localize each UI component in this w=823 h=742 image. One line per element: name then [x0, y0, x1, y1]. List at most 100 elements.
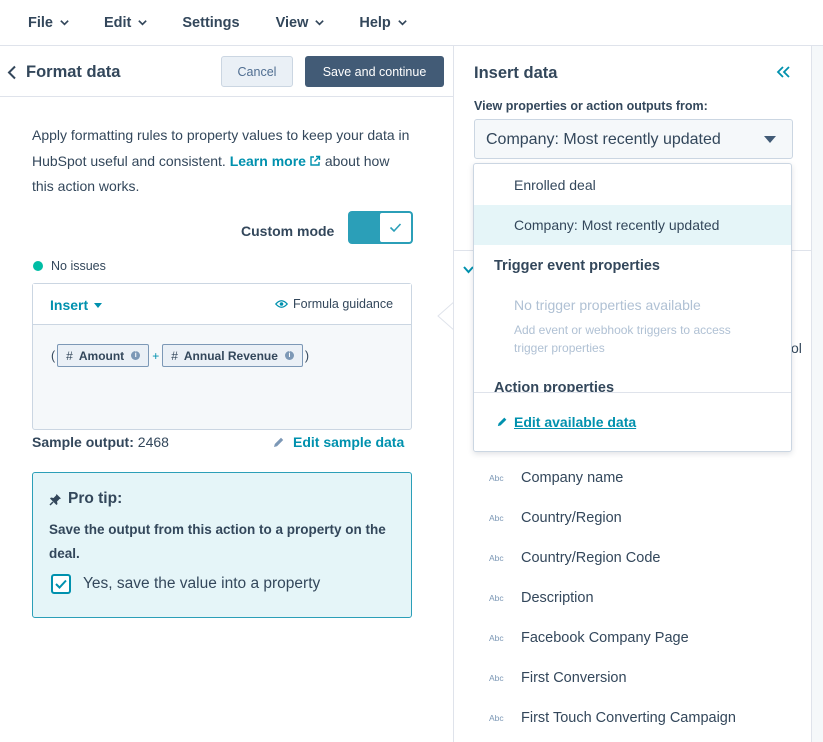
token-label: Annual Revenue	[183, 348, 278, 363]
menu-settings[interactable]: Settings	[182, 15, 239, 31]
pro-tip-body: Save the output from this action to a pr…	[49, 522, 386, 561]
save-and-continue-button[interactable]: Save and continue	[305, 56, 444, 87]
eye-icon	[275, 300, 288, 308]
edit-sample-data-link[interactable]: Edit sample data	[272, 434, 404, 450]
custom-mode-toggle[interactable]	[348, 211, 413, 244]
property-item[interactable]: Abc Country/Region	[454, 498, 812, 538]
action-description: Apply formatting rules to property value…	[32, 123, 412, 200]
group-trigger-event-properties: Trigger event properties	[494, 258, 660, 274]
save-value-label: Yes, save the value into a property	[83, 575, 321, 592]
source-select-label: View properties or action outputs from:	[474, 99, 708, 113]
chevron-down-icon	[60, 20, 69, 26]
text-type-icon: Abc	[489, 633, 504, 643]
back-chevron-icon[interactable]	[7, 65, 17, 80]
text-type-icon: Abc	[489, 553, 504, 563]
insert-data-title: Insert data	[474, 64, 558, 82]
option-enrolled-deal[interactable]: Enrolled deal	[474, 165, 791, 205]
sample-output-label: Sample output:	[32, 434, 134, 450]
menu-help-label: Help	[359, 14, 391, 31]
property-name: Country/Region	[521, 510, 622, 526]
pro-tip-title: Pro tip:	[49, 490, 122, 508]
option-company-most-recently-updated[interactable]: Company: Most recently updated	[474, 205, 791, 245]
formula-expression: ( # Amount i + # Annual Revenue i )	[51, 344, 309, 367]
dropdown-footer: Edit available data	[474, 392, 791, 451]
save-value-checkbox[interactable]	[51, 574, 71, 594]
source-select-value: Company: Most recently updated	[486, 131, 721, 148]
menu-edit-label: Edit	[103, 14, 132, 31]
property-item[interactable]: Abc Country/Region Code	[454, 538, 812, 578]
menu-view[interactable]: View	[276, 15, 326, 31]
menu-help[interactable]: Help	[359, 15, 407, 31]
property-item[interactable]: Abc Company name	[454, 458, 812, 498]
property-name: Company name	[521, 470, 624, 486]
learn-more-link[interactable]: Learn more	[230, 153, 321, 169]
token-label: Amount	[78, 348, 125, 363]
formula-token-amount[interactable]: # Amount i	[57, 344, 150, 367]
format-data-panel: Format data Cancel Save and continue App…	[0, 46, 453, 742]
menubar: File Edit Settings View Help	[0, 0, 823, 46]
scrollbar[interactable]	[811, 46, 823, 742]
property-item[interactable]: Abc First Touch Converting Campaign	[454, 698, 812, 738]
double-chevron-left-icon[interactable]	[776, 66, 790, 78]
text-type-icon: Abc	[489, 513, 504, 523]
close-paren: )	[304, 348, 310, 363]
external-link-icon	[310, 155, 321, 166]
property-name: Description	[521, 590, 594, 606]
menu-settings-label: Settings	[182, 14, 240, 31]
caret-down-icon	[94, 302, 103, 308]
status-indicator	[33, 261, 43, 271]
edit-sample-data-label: Edit sample data	[293, 434, 405, 450]
property-item[interactable]: Abc Description	[454, 578, 812, 618]
trigger-hint: Add event or webhook triggers to access …	[514, 323, 731, 355]
check-icon	[55, 579, 67, 589]
number-icon: #	[171, 348, 178, 363]
info-icon[interactable]: i	[284, 351, 294, 360]
formula-token-annual-revenue[interactable]: # Annual Revenue i	[162, 344, 303, 367]
property-item[interactable]: Abc Facebook Company Page	[454, 618, 812, 658]
custom-mode-label: Custom mode	[241, 223, 335, 239]
chevron-down-icon	[398, 20, 407, 26]
insert-dropdown-button[interactable]: Insert	[50, 297, 103, 313]
text-type-icon: Abc	[489, 473, 504, 483]
chevron-down-icon	[315, 20, 325, 26]
menu-file-label: File	[28, 14, 53, 31]
save-value-checkbox-row[interactable]: Yes, save the value into a property	[51, 574, 320, 594]
pencil-icon	[497, 417, 507, 427]
property-item[interactable]: Abc First Conversion	[454, 658, 812, 698]
sample-output: Sample output: 2468	[32, 434, 169, 450]
no-trigger-properties: No trigger properties available	[514, 297, 701, 313]
menu-edit[interactable]: Edit	[104, 15, 148, 31]
pencil-icon	[274, 437, 284, 447]
source-dropdown-menu: Enrolled deal Company: Most recently upd…	[473, 163, 792, 452]
learn-more-label: Learn more	[229, 152, 306, 169]
edit-available-data-link[interactable]: Edit available data	[496, 414, 636, 430]
chevron-down-icon	[138, 20, 148, 26]
panel-header: Format data Cancel Save and continue	[0, 46, 453, 97]
formula-guidance-button[interactable]: Formula guidance	[275, 297, 393, 311]
caret-down-icon	[764, 136, 776, 143]
menu-file[interactable]: File	[28, 15, 70, 31]
insert-label: Insert	[50, 297, 89, 313]
formula-toolbar: Insert Formula guidance	[33, 284, 411, 325]
sample-output-value: 2468	[137, 434, 169, 450]
edit-available-data-label: Edit available data	[514, 414, 637, 430]
number-icon: #	[66, 348, 73, 363]
property-name: First Conversion	[521, 670, 627, 686]
property-name: First Touch Converting Campaign	[521, 710, 736, 726]
formula-guidance-label: Formula guidance	[293, 297, 394, 311]
menu-view-label: View	[275, 14, 309, 31]
source-select[interactable]: Company: Most recently updated	[474, 119, 793, 159]
cancel-button[interactable]: Cancel	[221, 56, 293, 87]
toggle-knob	[379, 212, 412, 243]
partial-text: ol	[791, 340, 802, 356]
pro-tip-title-text: Pro tip:	[68, 490, 123, 507]
property-name: Country/Region Code	[521, 550, 661, 566]
info-icon[interactable]: i	[131, 351, 141, 360]
status-text: No issues	[51, 259, 106, 273]
property-name: Facebook Company Page	[521, 630, 689, 646]
operator-plus: +	[152, 348, 160, 363]
open-paren: (	[51, 348, 56, 363]
page-title: Format data	[26, 63, 121, 81]
check-icon	[389, 223, 402, 233]
formula-editor[interactable]: Insert Formula guidance ( # Amount i + #…	[32, 283, 412, 430]
